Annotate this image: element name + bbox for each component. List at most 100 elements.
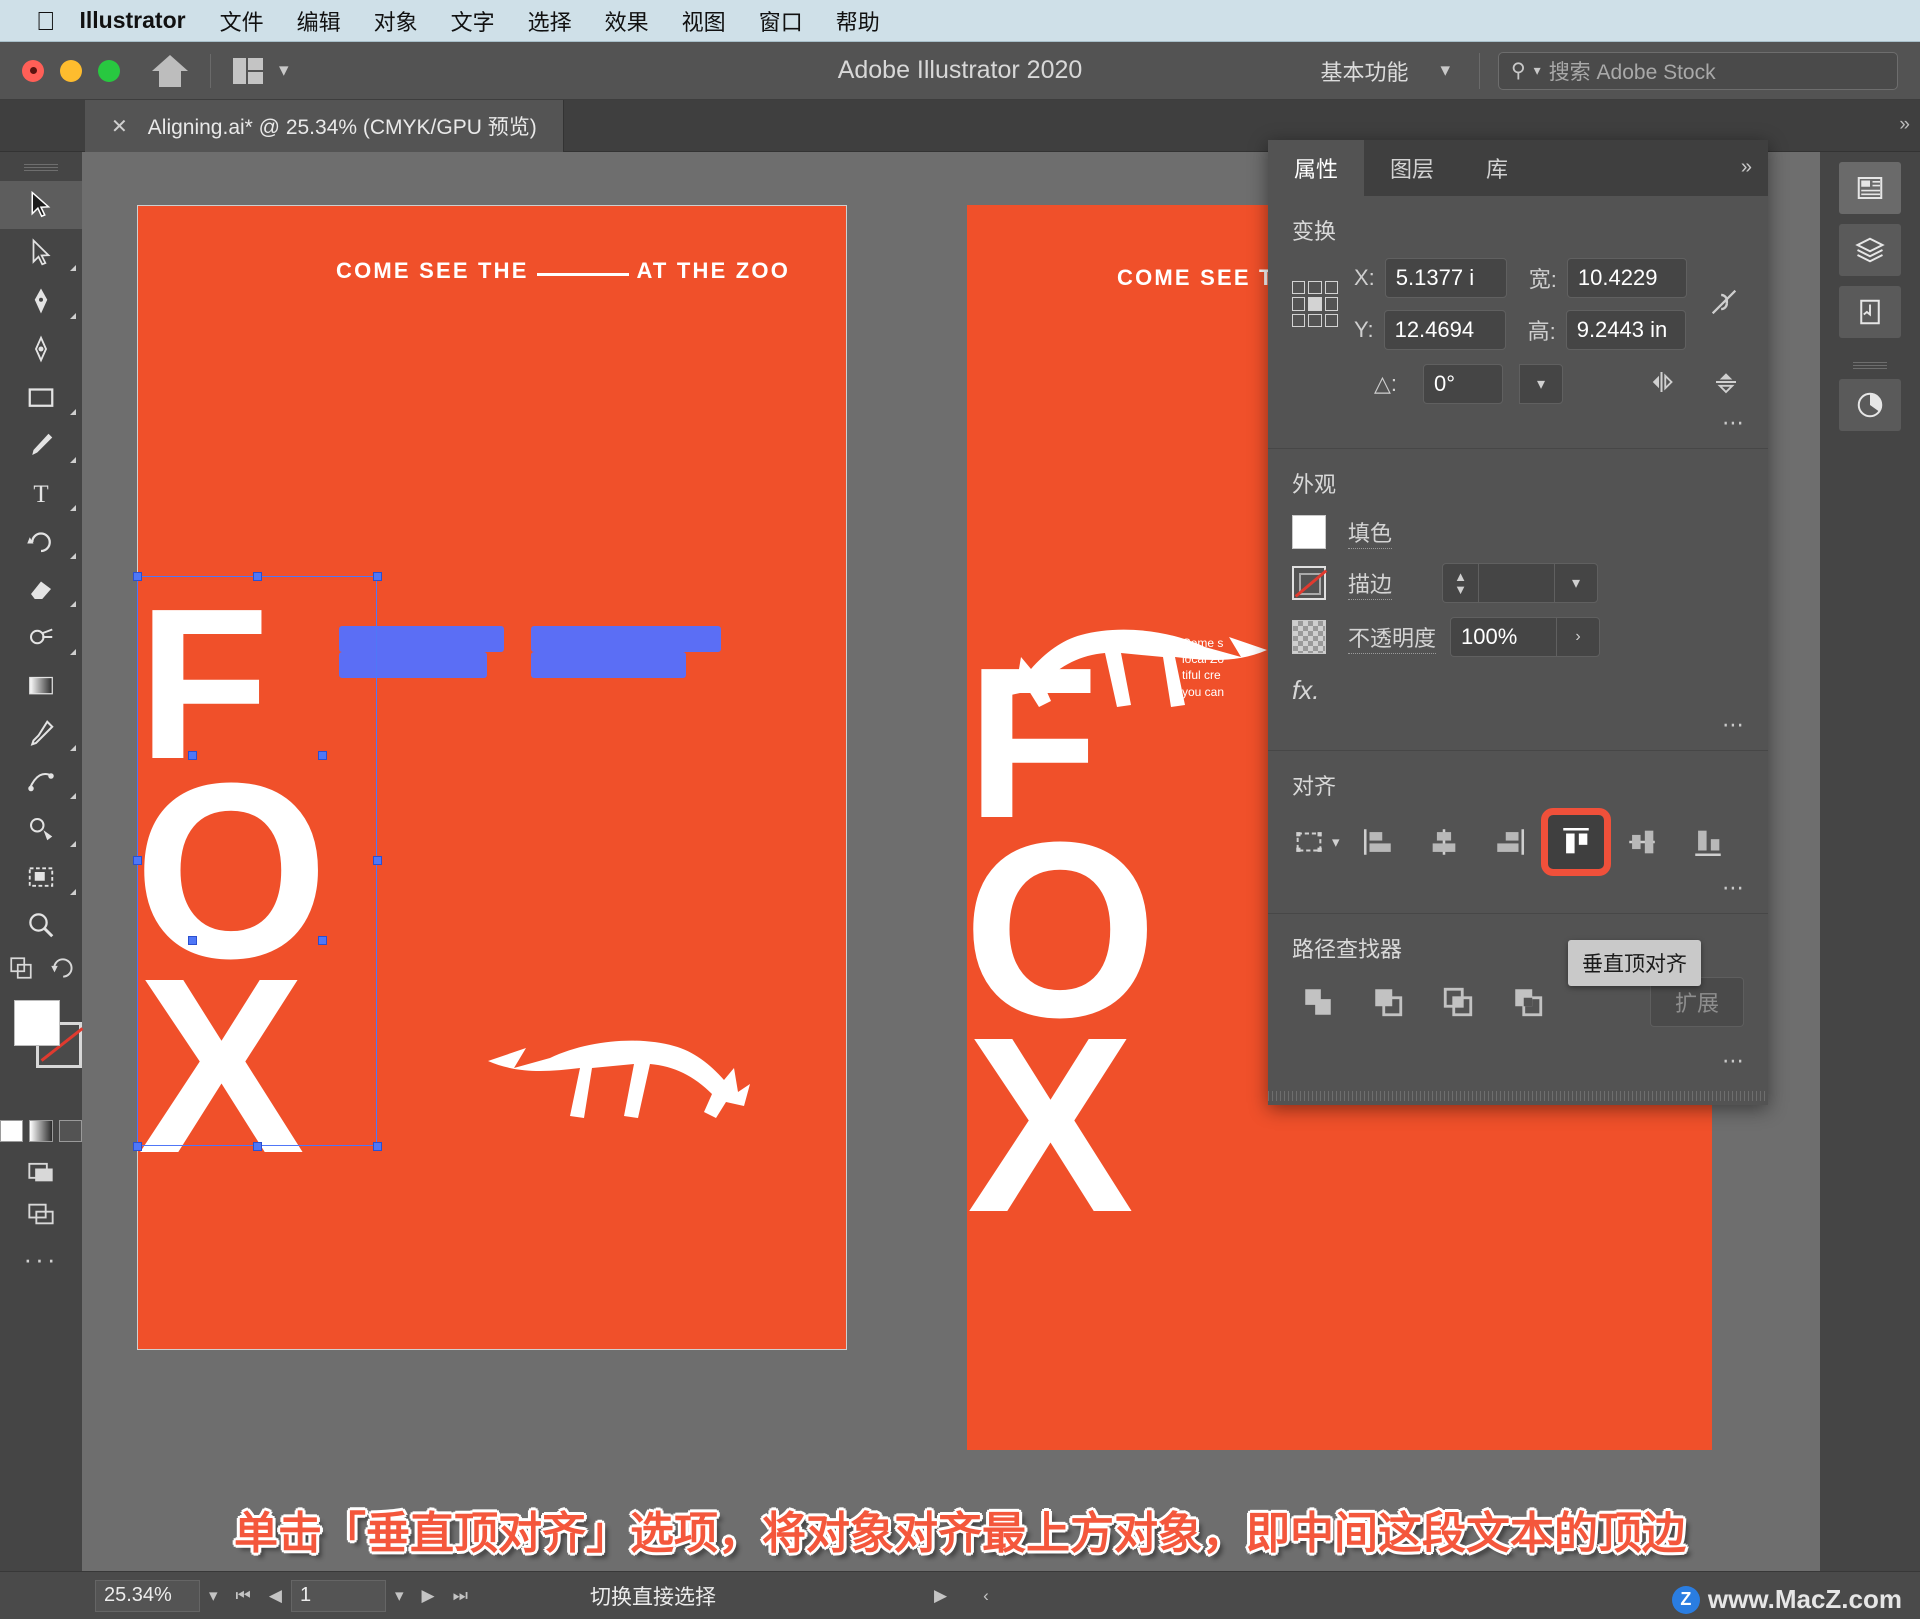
undo-arrow-icon[interactable] (48, 955, 74, 986)
headline-text[interactable]: COME SEE TH (1117, 265, 1293, 291)
blend-tool[interactable] (0, 757, 82, 805)
previous-page-icon[interactable]: ◀ (260, 1586, 291, 1606)
rotate-tool[interactable] (0, 517, 82, 565)
minimize-window-button[interactable] (60, 59, 82, 82)
exclude-icon[interactable] (1502, 980, 1554, 1024)
chevron-down-icon[interactable]: ▾ (386, 1586, 413, 1606)
letter-x[interactable]: X (967, 1000, 1134, 1250)
next-page-icon[interactable]: ▶ (412, 1586, 443, 1606)
transform-more-options[interactable]: ⋯ (1268, 404, 1768, 436)
tab-layers[interactable]: 图层 (1364, 140, 1460, 196)
panel-resize-grip[interactable] (1268, 1091, 1768, 1101)
appearance-more-options[interactable]: ⋯ (1268, 706, 1768, 738)
anchor-point[interactable] (373, 1142, 382, 1151)
anchor-point[interactable] (133, 1142, 142, 1151)
anchor-point[interactable] (253, 1142, 262, 1151)
maximize-window-button[interactable] (98, 59, 120, 82)
opacity-input[interactable]: 100% (1450, 617, 1557, 657)
chevron-double-right-icon[interactable]: » (1741, 156, 1752, 179)
home-icon[interactable] (152, 54, 188, 87)
selected-text-block[interactable] (531, 652, 686, 678)
fill-swatch[interactable] (14, 1000, 60, 1046)
status-mode-label[interactable]: 切换直接选择 (590, 1581, 716, 1611)
flip-vertical-icon[interactable] (1711, 367, 1741, 402)
curvature-tool[interactable] (0, 325, 82, 373)
menu-item-type[interactable]: 文字 (451, 5, 495, 37)
stroke-weight-input[interactable] (1478, 563, 1555, 603)
shape-builder-tool[interactable] (0, 613, 82, 661)
anchor-point[interactable] (188, 936, 197, 945)
menu-item-object[interactable]: 对象 (374, 5, 418, 37)
gradient-swatch-button[interactable] (29, 1120, 53, 1142)
arrange-documents-icon[interactable] (233, 57, 263, 84)
pathfinder-more-options[interactable]: ⋯ (1268, 1042, 1768, 1074)
align-left-icon[interactable] (1350, 815, 1406, 869)
opacity-checker-icon[interactable] (1292, 620, 1326, 654)
color-mode-buttons[interactable] (0, 1120, 82, 1142)
anchor-point[interactable] (318, 936, 327, 945)
zoom-tool[interactable] (0, 901, 82, 949)
color-guide-icon[interactable] (1839, 379, 1901, 431)
width-input[interactable]: 10.4229 (1566, 258, 1687, 298)
menu-item-help[interactable]: 帮助 (836, 5, 880, 37)
last-page-icon[interactable]: ⏭ (444, 1586, 477, 1606)
edit-toolbar-button[interactable]: ··· (0, 1244, 82, 1275)
document-tab[interactable]: ✕ Aligning.ai* @ 25.34% (CMYK/GPU 预览) (85, 100, 564, 152)
tab-libraries[interactable]: 库 (1460, 140, 1534, 196)
headline-text[interactable]: COME SEE THE AT THE ZOO (336, 258, 790, 284)
properties-panel[interactable]: 属性 图层 库 » 变换 X: 5.1377 i 宽: 10.4229 Y: 1… (1268, 140, 1768, 1105)
play-icon[interactable]: ▶ (925, 1586, 956, 1606)
height-input[interactable]: 9.2443 in (1565, 310, 1686, 350)
chevron-down-icon[interactable]: ▾ (279, 59, 289, 82)
rectangle-tool[interactable] (0, 373, 82, 421)
reference-point-grid-icon[interactable] (1292, 281, 1338, 327)
close-icon[interactable]: ✕ (111, 114, 128, 139)
fill-stroke-swatches[interactable] (0, 992, 82, 1112)
anchor-point[interactable] (373, 856, 382, 865)
anchor-point[interactable] (373, 572, 382, 581)
type-tool[interactable]: T (0, 469, 82, 517)
layout-mode-icon[interactable] (0, 1200, 82, 1228)
link-broken-icon[interactable] (1707, 283, 1741, 326)
unite-icon[interactable] (1292, 980, 1344, 1024)
first-page-icon[interactable]: ⏮ (227, 1586, 260, 1606)
search-input[interactable]: ⚲ ▾ 搜索 Adobe Stock (1498, 51, 1898, 90)
angle-input[interactable]: 0° (1423, 364, 1504, 404)
body-copy[interactable]: Come s local Zo tiful cre you can (1182, 635, 1224, 700)
align-vertical-center-icon[interactable] (1614, 815, 1670, 869)
none-swatch-button[interactable] (58, 1120, 82, 1142)
anchor-point[interactable] (253, 572, 262, 581)
eyedropper-tool[interactable] (0, 709, 82, 757)
align-top-icon[interactable] (1540, 808, 1611, 876)
menu-item-effect[interactable]: 效果 (605, 5, 649, 37)
libraries-panel-icon[interactable] (1839, 286, 1901, 338)
angle-dropdown[interactable]: ▾ (1519, 364, 1564, 404)
y-input[interactable]: 12.4694 (1383, 310, 1506, 350)
anchor-point[interactable] (133, 572, 142, 581)
stroke-weight-stepper[interactable]: ▲ ▼ (1442, 563, 1479, 603)
gradient-tool[interactable] (0, 661, 82, 709)
menu-item-edit[interactable]: 编辑 (297, 5, 341, 37)
selection-tool[interactable] (0, 181, 82, 229)
stroke-swatch[interactable] (1292, 566, 1326, 600)
intersect-icon[interactable] (1432, 980, 1484, 1024)
app-name-label[interactable]: Illustrator (80, 7, 186, 34)
artboard-1[interactable]: COME SEE THE AT THE ZOO F O X (133, 205, 847, 1350)
panel-grip[interactable] (24, 164, 58, 171)
apple-icon[interactable]:  (36, 8, 56, 34)
eraser-tool[interactable] (0, 565, 82, 613)
selected-text-block[interactable] (531, 626, 721, 652)
change-screen-mode-icon[interactable] (8, 955, 34, 986)
menu-item-window[interactable]: 窗口 (759, 5, 803, 37)
x-input[interactable]: 5.1377 i (1384, 258, 1507, 298)
minus-front-icon[interactable] (1362, 980, 1414, 1024)
symbol-sprayer-tool[interactable] (0, 805, 82, 853)
menu-item-view[interactable]: 视图 (682, 5, 726, 37)
menu-item-select[interactable]: 选择 (528, 5, 572, 37)
tab-properties[interactable]: 属性 (1268, 140, 1365, 196)
chevron-down-icon[interactable]: ▾ (200, 1586, 227, 1606)
paintbrush-tool[interactable] (0, 421, 82, 469)
fox-silhouette[interactable] (488, 1006, 778, 1126)
properties-panel-icon[interactable] (1839, 162, 1901, 214)
workspace-switcher[interactable]: 基本功能 ▾ (1320, 55, 1450, 87)
